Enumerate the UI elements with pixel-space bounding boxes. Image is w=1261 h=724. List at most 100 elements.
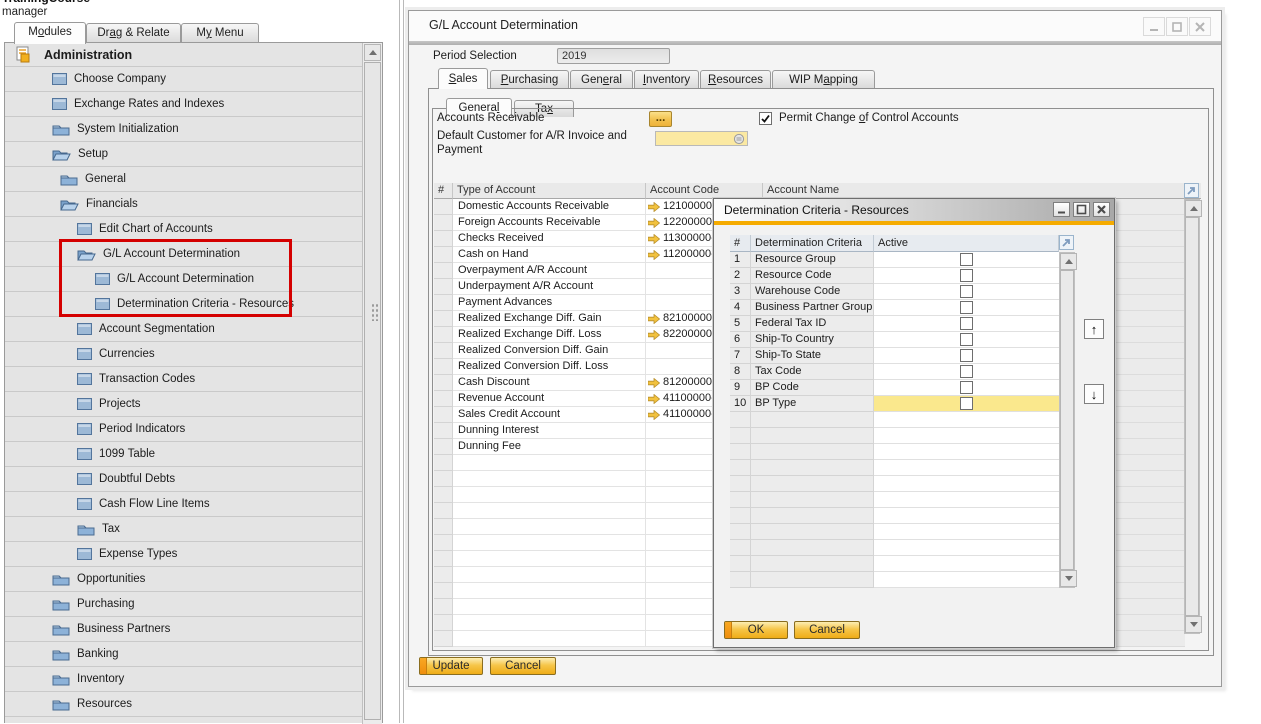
active-cell[interactable] xyxy=(874,428,1059,444)
scroll-thumb[interactable] xyxy=(1060,270,1074,570)
active-cell[interactable] xyxy=(874,268,1059,284)
active-checkbox[interactable] xyxy=(960,269,973,282)
row-num-cell[interactable] xyxy=(730,412,751,428)
minimize-icon[interactable] xyxy=(1053,202,1070,217)
criteria-row-bp-code[interactable]: 9BP Code xyxy=(730,380,1059,396)
type-of-account-cell[interactable]: Sales Credit Account xyxy=(453,407,646,423)
row-num-cell[interactable] xyxy=(434,519,453,535)
criteria-label-cell[interactable] xyxy=(751,572,874,588)
default-customer-field[interactable] xyxy=(655,131,748,146)
criteria-row-empty[interactable] xyxy=(730,572,1059,588)
type-of-account-cell[interactable] xyxy=(453,519,646,535)
scroll-up-icon[interactable] xyxy=(364,44,381,61)
active-checkbox[interactable] xyxy=(960,285,973,298)
active-cell[interactable] xyxy=(874,524,1059,540)
row-num-cell[interactable]: 1 xyxy=(730,252,751,268)
tab-wip-mapping[interactable]: WIP Mapping xyxy=(772,70,875,89)
criteria-label-cell[interactable] xyxy=(751,508,874,524)
row-num-cell[interactable] xyxy=(730,508,751,524)
row-num-cell[interactable] xyxy=(730,476,751,492)
active-cell[interactable] xyxy=(874,508,1059,524)
type-of-account-cell[interactable]: Cash on Hand xyxy=(453,247,646,263)
criteria-label-cell[interactable] xyxy=(751,556,874,572)
type-of-account-cell[interactable]: Foreign Accounts Receivable xyxy=(453,215,646,231)
criteria-label-cell[interactable]: Ship-To State xyxy=(751,348,874,364)
type-of-account-cell[interactable]: Domestic Accounts Receivable xyxy=(453,199,646,215)
active-cell[interactable] xyxy=(874,252,1059,268)
criteria-row-business-partner-group[interactable]: 4Business Partner Group xyxy=(730,300,1059,316)
col-account-name[interactable]: Account Name xyxy=(763,183,1185,199)
criteria-label-cell[interactable] xyxy=(751,540,874,556)
row-num-cell[interactable]: 3 xyxy=(730,284,751,300)
type-of-account-cell[interactable] xyxy=(453,583,646,599)
row-num-cell[interactable] xyxy=(434,551,453,567)
tree-header-administration[interactable]: Administration xyxy=(5,43,362,67)
cancel-button[interactable]: Cancel xyxy=(490,657,556,675)
account-code-value[interactable]: 41100000- xyxy=(663,391,715,406)
scroll-up-icon[interactable] xyxy=(1185,200,1202,217)
sidebar-item-general[interactable]: General xyxy=(5,167,362,192)
tab-sales[interactable]: Sales xyxy=(438,68,488,89)
account-table-scrollbar[interactable] xyxy=(1184,199,1200,634)
type-of-account-cell[interactable]: Dunning Fee xyxy=(453,439,646,455)
row-num-cell[interactable] xyxy=(434,199,453,215)
row-num-cell[interactable] xyxy=(434,215,453,231)
sidebar-item-inventory[interactable]: Inventory xyxy=(5,667,362,692)
criteria-label-cell[interactable]: Business Partner Group xyxy=(751,300,874,316)
tab-drag-and-relate[interactable]: Drag & Relate xyxy=(86,23,181,43)
type-of-account-cell[interactable]: Overpayment A/R Account xyxy=(453,263,646,279)
criteria-row-empty[interactable] xyxy=(730,412,1059,428)
criteria-label-cell[interactable]: Resource Group xyxy=(751,252,874,268)
row-num-cell[interactable] xyxy=(434,295,453,311)
active-cell[interactable] xyxy=(874,332,1059,348)
row-num-cell[interactable] xyxy=(434,439,453,455)
type-of-account-cell[interactable]: Realized Conversion Diff. Loss xyxy=(453,359,646,375)
row-up-icon[interactable]: ↑ xyxy=(1084,319,1104,339)
criteria-row-resource-group[interactable]: 1Resource Group xyxy=(730,252,1059,268)
scroll-thumb[interactable] xyxy=(1185,217,1199,616)
sidebar-item-doubtful-debts[interactable]: Doubtful Debts xyxy=(5,467,362,492)
row-num-cell[interactable] xyxy=(434,327,453,343)
type-of-account-cell[interactable]: Cash Discount xyxy=(453,375,646,391)
maximize-icon[interactable] xyxy=(1166,17,1188,36)
row-num-cell[interactable] xyxy=(434,567,453,583)
sidebar-item-projects[interactable]: Projects xyxy=(5,392,362,417)
criteria-label-cell[interactable]: Tax Code xyxy=(751,364,874,380)
active-checkbox[interactable] xyxy=(960,317,973,330)
type-of-account-cell[interactable]: Realized Exchange Diff. Gain xyxy=(453,311,646,327)
sidebar-item-tax[interactable]: Tax xyxy=(5,517,362,542)
active-checkbox[interactable] xyxy=(960,381,973,394)
active-cell[interactable] xyxy=(874,396,1059,412)
criteria-label-cell[interactable] xyxy=(751,492,874,508)
minimize-icon[interactable] xyxy=(1143,17,1165,36)
expand-grid-icon[interactable] xyxy=(1059,235,1074,250)
type-of-account-cell[interactable] xyxy=(453,487,646,503)
row-num-cell[interactable] xyxy=(434,503,453,519)
row-num-cell[interactable] xyxy=(434,311,453,327)
scroll-down-icon[interactable] xyxy=(1060,570,1077,587)
criteria-label-cell[interactable]: Resource Code xyxy=(751,268,874,284)
criteria-row-empty[interactable] xyxy=(730,556,1059,572)
row-num-cell[interactable] xyxy=(434,375,453,391)
type-of-account-cell[interactable] xyxy=(453,615,646,631)
criteria-label-cell[interactable] xyxy=(751,524,874,540)
active-cell[interactable] xyxy=(874,300,1059,316)
sidebar-item-system-initialization[interactable]: System Initialization xyxy=(5,117,362,142)
criteria-row-ship-to-state[interactable]: 7Ship-To State xyxy=(730,348,1059,364)
sidebar-item-currencies[interactable]: Currencies xyxy=(5,342,362,367)
row-num-cell[interactable]: 6 xyxy=(730,332,751,348)
sidebar-item-transaction-codes[interactable]: Transaction Codes xyxy=(5,367,362,392)
tab-general[interactable]: General xyxy=(570,70,633,89)
row-num-cell[interactable] xyxy=(434,423,453,439)
panel-divider[interactable] xyxy=(399,0,400,723)
row-num-cell[interactable] xyxy=(434,231,453,247)
row-num-cell[interactable] xyxy=(434,343,453,359)
update-button[interactable]: Update xyxy=(419,657,483,675)
window-titlebar[interactable]: G/L Account Determination xyxy=(409,11,1221,41)
sidebar-item-resources[interactable]: Resources xyxy=(5,692,362,717)
row-num-cell[interactable] xyxy=(730,444,751,460)
active-cell[interactable] xyxy=(874,444,1059,460)
period-selection-field[interactable]: 2019 xyxy=(557,48,670,64)
account-code-value[interactable]: 11300000- xyxy=(663,231,715,246)
col-type-of-account[interactable]: Type of Account xyxy=(453,183,646,199)
